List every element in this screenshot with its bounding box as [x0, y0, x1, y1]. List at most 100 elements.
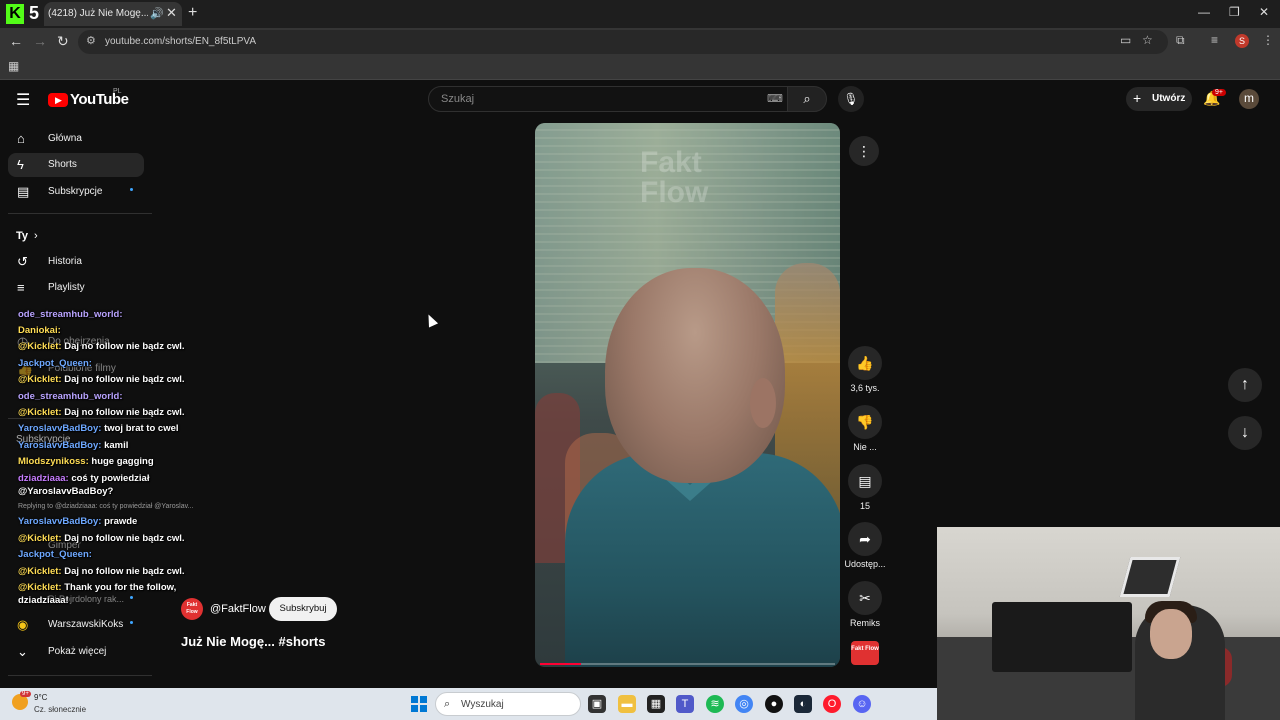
hamburger-menu-icon[interactable]: ☰: [16, 90, 30, 110]
sidebar-item-shorts[interactable]: ϟ Shorts: [8, 153, 144, 177]
discord-icon[interactable]: ☺: [853, 695, 871, 713]
create-label: Utwórz: [1152, 93, 1186, 104]
weather-temperature[interactable]: 9°C: [34, 693, 47, 702]
share-button[interactable]: ➦: [848, 522, 882, 556]
dislike-button[interactable]: 👎: [848, 405, 882, 439]
search-icon: ⌕: [803, 91, 811, 106]
maximize-icon[interactable]: ❐: [1229, 5, 1240, 19]
reading-list-icon[interactable]: ≡: [1211, 33, 1218, 47]
next-short-button[interactable]: ↓: [1228, 416, 1262, 450]
close-tab-icon[interactable]: ✕: [166, 5, 177, 21]
chat-message: @Kicklet: Daj no follow nie bądz cwl.: [18, 374, 185, 385]
address-bar[interactable]: ⚙ youtube.com/shorts/EN_8f5tLPVA: [78, 30, 1168, 54]
more-options-button[interactable]: ⋮: [849, 136, 879, 166]
steam-icon[interactable]: ◐: [794, 695, 812, 713]
chat-message: dziadziaaa: coś ty powiedział: [18, 473, 149, 484]
channel-avatar[interactable]: Fakt Flow: [181, 598, 203, 620]
weather-badge: 9+: [20, 691, 31, 697]
taskbar-search-label: Wyszukaj: [461, 699, 504, 710]
teams-icon[interactable]: T: [676, 695, 694, 713]
video-man-head: [605, 268, 785, 483]
chat-username: @Kicklet:: [18, 407, 62, 418]
chat-username: @Kicklet:: [18, 341, 62, 352]
chat-text: huge gagging: [91, 456, 154, 467]
app-icon[interactable]: ▦: [647, 695, 665, 713]
new-content-dot: [130, 188, 133, 191]
chat-message: @YaroslavvBadBoy?: [18, 486, 113, 497]
obs-icon[interactable]: ●: [765, 695, 783, 713]
create-button[interactable]: + Utwórz: [1126, 87, 1192, 111]
video-progress-bar[interactable]: [540, 663, 835, 665]
plus-icon: +: [1133, 90, 1142, 106]
sidebar-item-label: WarszawskiKoks: [48, 619, 124, 630]
chrome-icon[interactable]: ◎: [735, 695, 753, 713]
start-button[interactable]: [411, 696, 427, 712]
new-tab-button[interactable]: +: [188, 4, 197, 22]
webcam-overlay: [937, 527, 1280, 720]
webcam-person-face: [1150, 609, 1192, 659]
search-input[interactable]: Szukaj ⌨: [428, 86, 788, 112]
search-button[interactable]: ⌕: [787, 86, 827, 112]
comments-button[interactable]: ▤: [848, 464, 882, 498]
extensions-icon[interactable]: ⧉: [1176, 33, 1185, 48]
dislike-label: Nie ...: [853, 442, 877, 452]
back-icon[interactable]: ←: [9, 33, 23, 49]
sidebar-channel-warszawskikoks[interactable]: ◉ WarszawskiKoks: [8, 613, 144, 637]
forward-icon[interactable]: →: [33, 33, 47, 49]
chat-message: @Kicklet: Daj no follow nie bądz cwl.: [18, 533, 185, 544]
taskbar-search[interactable]: ⌕ Wyszukaj: [435, 692, 581, 716]
sidebar-item-history[interactable]: ↺ Historia: [8, 250, 144, 274]
chat-message: Jackpot_Queen:: [18, 358, 92, 369]
you-section-title[interactable]: Ty: [16, 230, 28, 242]
short-video-player[interactable]: Fakt Flow: [535, 123, 840, 667]
voice-search-button[interactable]: 🎙: [838, 86, 864, 112]
chat-message: Mlodszynikoss: huge gagging: [18, 456, 154, 467]
chat-message: dziadziaaa!: [18, 595, 69, 606]
window-close-icon[interactable]: ✕: [1259, 5, 1269, 19]
task-view-icon[interactable]: ▣: [588, 695, 606, 713]
sidebar-divider: [8, 675, 152, 676]
file-explorer-icon[interactable]: ▬: [618, 695, 636, 713]
mouse-cursor-icon: [423, 312, 439, 328]
browser-menu-icon[interactable]: ⋮: [1262, 33, 1274, 47]
watermark-line: Fakt: [640, 146, 702, 179]
keyboard-icon[interactable]: ⌨: [767, 92, 783, 105]
spotify-icon[interactable]: ≋: [706, 695, 724, 713]
chat-username: @Kicklet:: [18, 582, 62, 593]
arrow-down-icon: ↓: [1241, 424, 1249, 441]
channel-name[interactable]: @FaktFlow: [210, 603, 266, 615]
site-info-icon[interactable]: ⚙: [86, 34, 96, 47]
weather-description[interactable]: Cz. słonecznie: [34, 705, 86, 714]
like-button[interactable]: 👍: [848, 346, 882, 380]
opera-icon[interactable]: O: [823, 695, 841, 713]
more-vert-icon: ⋮: [857, 143, 871, 159]
browser-profile-avatar[interactable]: S: [1235, 34, 1249, 48]
chevron-right-icon[interactable]: ›: [34, 230, 38, 242]
cast-icon[interactable]: ▭: [1120, 33, 1131, 47]
short-title[interactable]: Już Nie Mogę... #shorts: [181, 634, 325, 649]
chat-text: Daj no follow nie bądz cwl.: [64, 341, 185, 352]
sound-source-thumbnail[interactable]: Fakt Flow: [851, 641, 879, 665]
reload-icon[interactable]: ↻: [57, 33, 69, 50]
chat-text: Daj no follow nie bądz cwl.: [64, 374, 185, 385]
chat-message: YaroslavvBadBoy: prawde: [18, 516, 137, 527]
browser-tab[interactable]: (4218) Już Nie Mogę... #sho 🔊 ✕: [44, 2, 182, 26]
sidebar-item-subscriptions[interactable]: ▤ Subskrypcje: [8, 180, 144, 204]
bookmark-star-icon[interactable]: ☆: [1142, 33, 1153, 47]
apps-grid-icon[interactable]: ▦: [8, 59, 19, 73]
chat-username: YaroslavvBadBoy:: [18, 516, 102, 527]
sidebar-item-home[interactable]: ⌂ Główna: [8, 127, 144, 151]
subscribe-button[interactable]: Subskrybuj: [269, 597, 337, 621]
chat-message: @Kicklet: Daj no follow nie bądz cwl.: [18, 341, 185, 352]
chat-message: YaroslavvBadBoy: twoj brat to cwel: [18, 423, 179, 434]
subscriptions-icon: ▤: [17, 184, 30, 199]
previous-short-button[interactable]: ↑: [1228, 368, 1262, 402]
minimize-icon[interactable]: —: [1198, 5, 1210, 19]
sidebar-item-playlists[interactable]: ≡ Playlisty: [8, 276, 144, 300]
chat-reply-context: Replying to @dziadziaaa: coś ty powiedzi…: [18, 503, 194, 510]
remix-button[interactable]: ✂: [848, 581, 882, 615]
share-arrow-icon: ➦: [859, 531, 871, 547]
speaker-icon[interactable]: 🔊: [150, 7, 164, 20]
account-avatar[interactable]: m: [1239, 89, 1259, 109]
sidebar-show-more[interactable]: ⌄ Pokaż więcej: [8, 640, 144, 664]
